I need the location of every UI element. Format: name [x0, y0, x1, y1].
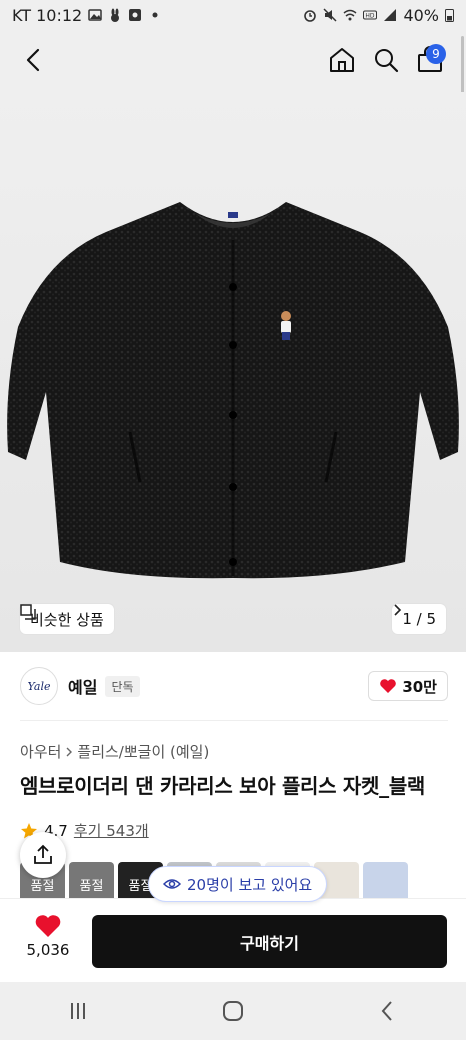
brand-like-button[interactable]: 30만 [368, 671, 448, 701]
brand-row: Yale 예일 단독 30만 [20, 664, 448, 708]
home-nav-icon[interactable] [219, 997, 247, 1025]
product-title: 엠브로이더리 댄 카라리스 보아 플리스 자켓_블랙 [20, 774, 426, 798]
rabbit-icon [111, 8, 120, 22]
hd-icon: HD [363, 10, 378, 20]
svg-text:HD: HD [366, 13, 376, 20]
brand-like-count: 30만 [402, 677, 437, 696]
app-icon [129, 9, 142, 21]
brand-logo[interactable]: Yale [20, 667, 58, 705]
brand-name[interactable]: 예일 [68, 674, 97, 698]
page-indicator[interactable]: 1 / 5 [392, 604, 446, 634]
buy-button[interactable]: 구매하기 [92, 915, 447, 968]
brand-logo-text: Yale [27, 679, 51, 693]
wishlist-button[interactable]: 5,036 [20, 913, 76, 959]
app-header: 9 [0, 30, 466, 92]
scrollbar[interactable] [461, 36, 464, 100]
gallery-icon [88, 9, 102, 21]
battery-text: 40% [403, 5, 439, 25]
home-icon[interactable] [326, 44, 358, 76]
heart-icon [35, 915, 61, 937]
alarm-icon [304, 10, 317, 22]
sold-out-label: 품절 [79, 879, 104, 894]
wishlist-count: 5,036 [26, 941, 70, 959]
recent-apps-icon[interactable] [64, 997, 92, 1025]
back-icon[interactable] [18, 44, 50, 76]
signal-icon [384, 9, 397, 21]
product-image-gallery[interactable]: 비슷한 상품 1 / 5 [0, 92, 466, 652]
similar-icon [20, 604, 36, 620]
status-bar: KT 10:12 HD 40% [0, 0, 466, 30]
system-nav-bar [0, 982, 466, 1040]
battery-icon [445, 9, 454, 22]
eye-icon [163, 879, 181, 889]
review-count-link[interactable]: 후기 543개 [74, 820, 149, 841]
purchase-bar: 5,036 구매하기 [0, 898, 466, 982]
thumbnail-option[interactable]: 품절 [69, 862, 114, 898]
breadcrumb: 아우터 플리스/뽀글이 (예일) [20, 741, 209, 762]
breadcrumb-subcategory[interactable]: 플리스/뽀글이 (예일) [77, 741, 209, 762]
viewers-badge: 20명이 보고 있어요 [148, 866, 328, 902]
mute-icon [323, 8, 337, 22]
chevron-right-icon [394, 604, 402, 616]
page-indicator-text: 1 / 5 [402, 610, 436, 628]
carrier-time: KT 10:12 [12, 5, 83, 25]
chevron-right-icon [66, 747, 73, 756]
share-icon [34, 844, 52, 864]
exclusive-badge: 단독 [105, 675, 140, 697]
product-image-jacket [7, 202, 459, 579]
similar-products-button[interactable]: 비슷한 상품 [20, 604, 114, 634]
cart-count-badge: 9 [426, 44, 446, 64]
back-nav-icon[interactable] [374, 997, 402, 1025]
search-icon[interactable] [370, 44, 402, 76]
heart-icon [380, 679, 397, 693]
viewers-text: 20명이 보고 있어요 [187, 875, 313, 894]
breadcrumb-category[interactable]: 아우터 [20, 741, 61, 762]
thumbnail-option[interactable] [363, 862, 408, 898]
similar-label: 비슷한 상품 [30, 610, 104, 629]
divider [20, 720, 448, 721]
dot-icon [152, 12, 158, 18]
wifi-icon [343, 9, 357, 21]
share-button[interactable] [20, 832, 66, 878]
